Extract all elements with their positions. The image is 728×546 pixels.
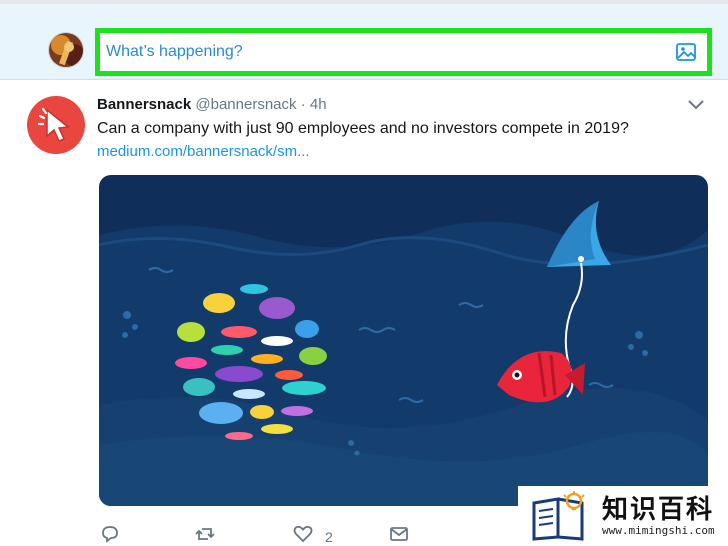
timestamp[interactable]: 4h: [310, 96, 327, 113]
watermark: 知识百科 www.mimingshi.com: [518, 486, 728, 546]
envelope-icon: [389, 524, 409, 546]
author-name[interactable]: Bannersnack: [97, 96, 191, 113]
author-handle[interactable]: @bannersnack: [195, 96, 296, 113]
retweet-button[interactable]: [195, 524, 215, 546]
message-button[interactable]: [389, 524, 409, 546]
tweet-header: Bannersnack @bannersnack · 4h: [97, 96, 327, 113]
reply-button[interactable]: [100, 524, 120, 546]
like-count: 2: [325, 528, 333, 545]
separator: ·: [300, 96, 306, 113]
tweet-text: Can a company with just 90 employees and…: [97, 120, 629, 137]
chevron-down-icon[interactable]: [686, 98, 706, 112]
watermark-title: 知识百科: [602, 494, 715, 525]
like-button[interactable]: 2: [293, 524, 333, 546]
heart-icon: [293, 524, 313, 546]
watermark-url: www.mimingshi.com: [602, 523, 715, 537]
image-icon[interactable]: [675, 41, 697, 63]
tweet-media-image[interactable]: [99, 175, 708, 506]
compose-input[interactable]: What’s happening?: [95, 28, 712, 76]
retweet-icon: [195, 524, 215, 546]
tweet[interactable]: Bannersnack @bannersnack · 4h Can a comp…: [0, 80, 728, 546]
compose-bar: What’s happening?: [0, 0, 728, 80]
book-bulb-logo-icon: [528, 491, 594, 541]
user-avatar[interactable]: [48, 32, 84, 68]
compose-placeholder: What’s happening?: [106, 43, 243, 60]
fish-illustration: [99, 175, 708, 506]
reply-icon: [100, 524, 120, 546]
tweet-link[interactable]: medium.com/bannersnack/sm...: [97, 143, 310, 160]
cursor-logo-icon[interactable]: [27, 96, 85, 154]
